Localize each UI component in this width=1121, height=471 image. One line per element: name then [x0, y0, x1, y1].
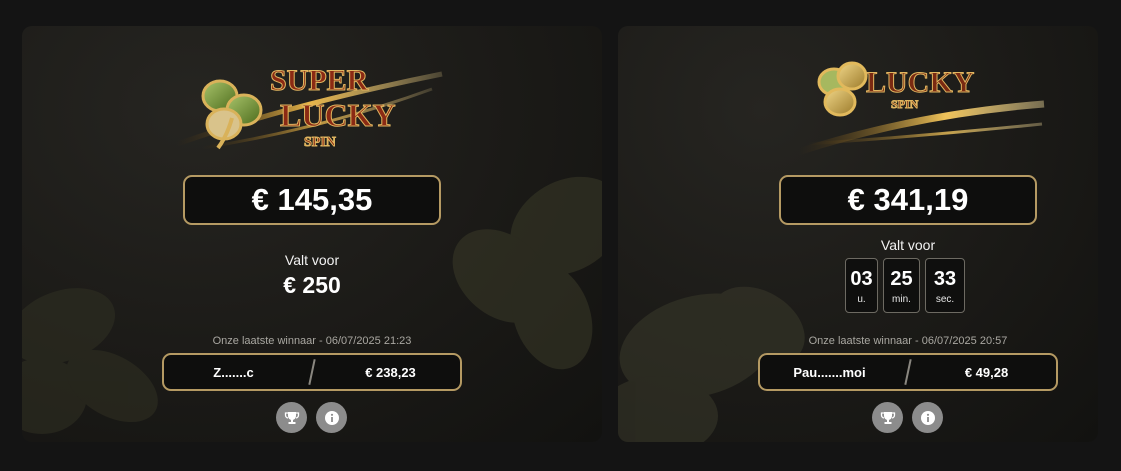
countdown-timer: 03 u. 25 min. 33 sec.: [845, 258, 965, 313]
countdown-seconds: 33 sec.: [925, 258, 965, 313]
winner-name: Z.......c: [213, 364, 254, 380]
winner-divider: [899, 359, 917, 385]
logo-word-lucky: LUCKY: [280, 97, 396, 133]
falls-label: Valt voor: [284, 252, 340, 268]
jackpot-amount: € 341,19: [847, 182, 969, 217]
winner-divider: [303, 359, 321, 385]
winner-amount: € 238,23: [365, 364, 416, 380]
super-lucky-spin-logo: SUPER LUCKY SPIN: [176, 64, 443, 151]
info-button[interactable]: [316, 402, 347, 433]
trophy-button[interactable]: [872, 402, 903, 433]
countdown-unit: u.: [857, 293, 866, 305]
info-button[interactable]: [912, 402, 943, 433]
last-winner-box: Pau.......moi € 49,28: [758, 353, 1058, 391]
logo-word-spin: SPIN: [304, 135, 336, 150]
countdown-unit: sec.: [935, 293, 955, 305]
countdown-value: 25: [890, 267, 913, 290]
jackpot-amount-box: € 341,19: [779, 175, 1037, 225]
lucky-spin-logo: LUCKY SPIN: [796, 61, 1045, 156]
last-winner-box: Z.......c € 238,23: [162, 353, 462, 391]
jackpot-card-lucky-spin: LUCKY SPIN € 341,19 Valt voor 03 u. 25 m…: [618, 26, 1098, 442]
trophy-icon: [880, 411, 895, 424]
logo-word-lucky: LUCKY: [866, 66, 975, 99]
countdown-unit: min.: [892, 293, 911, 305]
last-winner-label: Onze laatste winnaar - 06/07/2025 21:23: [212, 335, 412, 347]
countdown-value: 03: [850, 267, 873, 290]
last-winner-label: Onze laatste winnaar - 06/07/2025 20:57: [808, 335, 1008, 347]
falls-label: Valt voor: [880, 237, 936, 253]
jackpot-amount-box: € 145,35: [183, 175, 441, 225]
falls-amount: € 250: [283, 272, 341, 298]
winner-amount: € 49,28: [964, 364, 1009, 380]
trophy-button[interactable]: [276, 402, 307, 433]
logo-word-spin: SPIN: [891, 97, 919, 111]
trophy-icon: [284, 411, 299, 424]
winner-name: Pau.......moi: [793, 364, 866, 380]
info-icon: [324, 410, 339, 425]
jackpot-amount: € 145,35: [251, 182, 373, 217]
countdown-hours: 03 u.: [845, 258, 878, 313]
countdown-value: 33: [933, 267, 957, 290]
info-icon: [920, 410, 935, 425]
countdown-minutes: 25 min.: [883, 258, 920, 313]
logo-word-super: SUPER: [270, 64, 369, 97]
jackpot-card-super-lucky-spin: SUPER LUCKY SPIN € 145,35 Valt voor € 25…: [22, 26, 602, 442]
